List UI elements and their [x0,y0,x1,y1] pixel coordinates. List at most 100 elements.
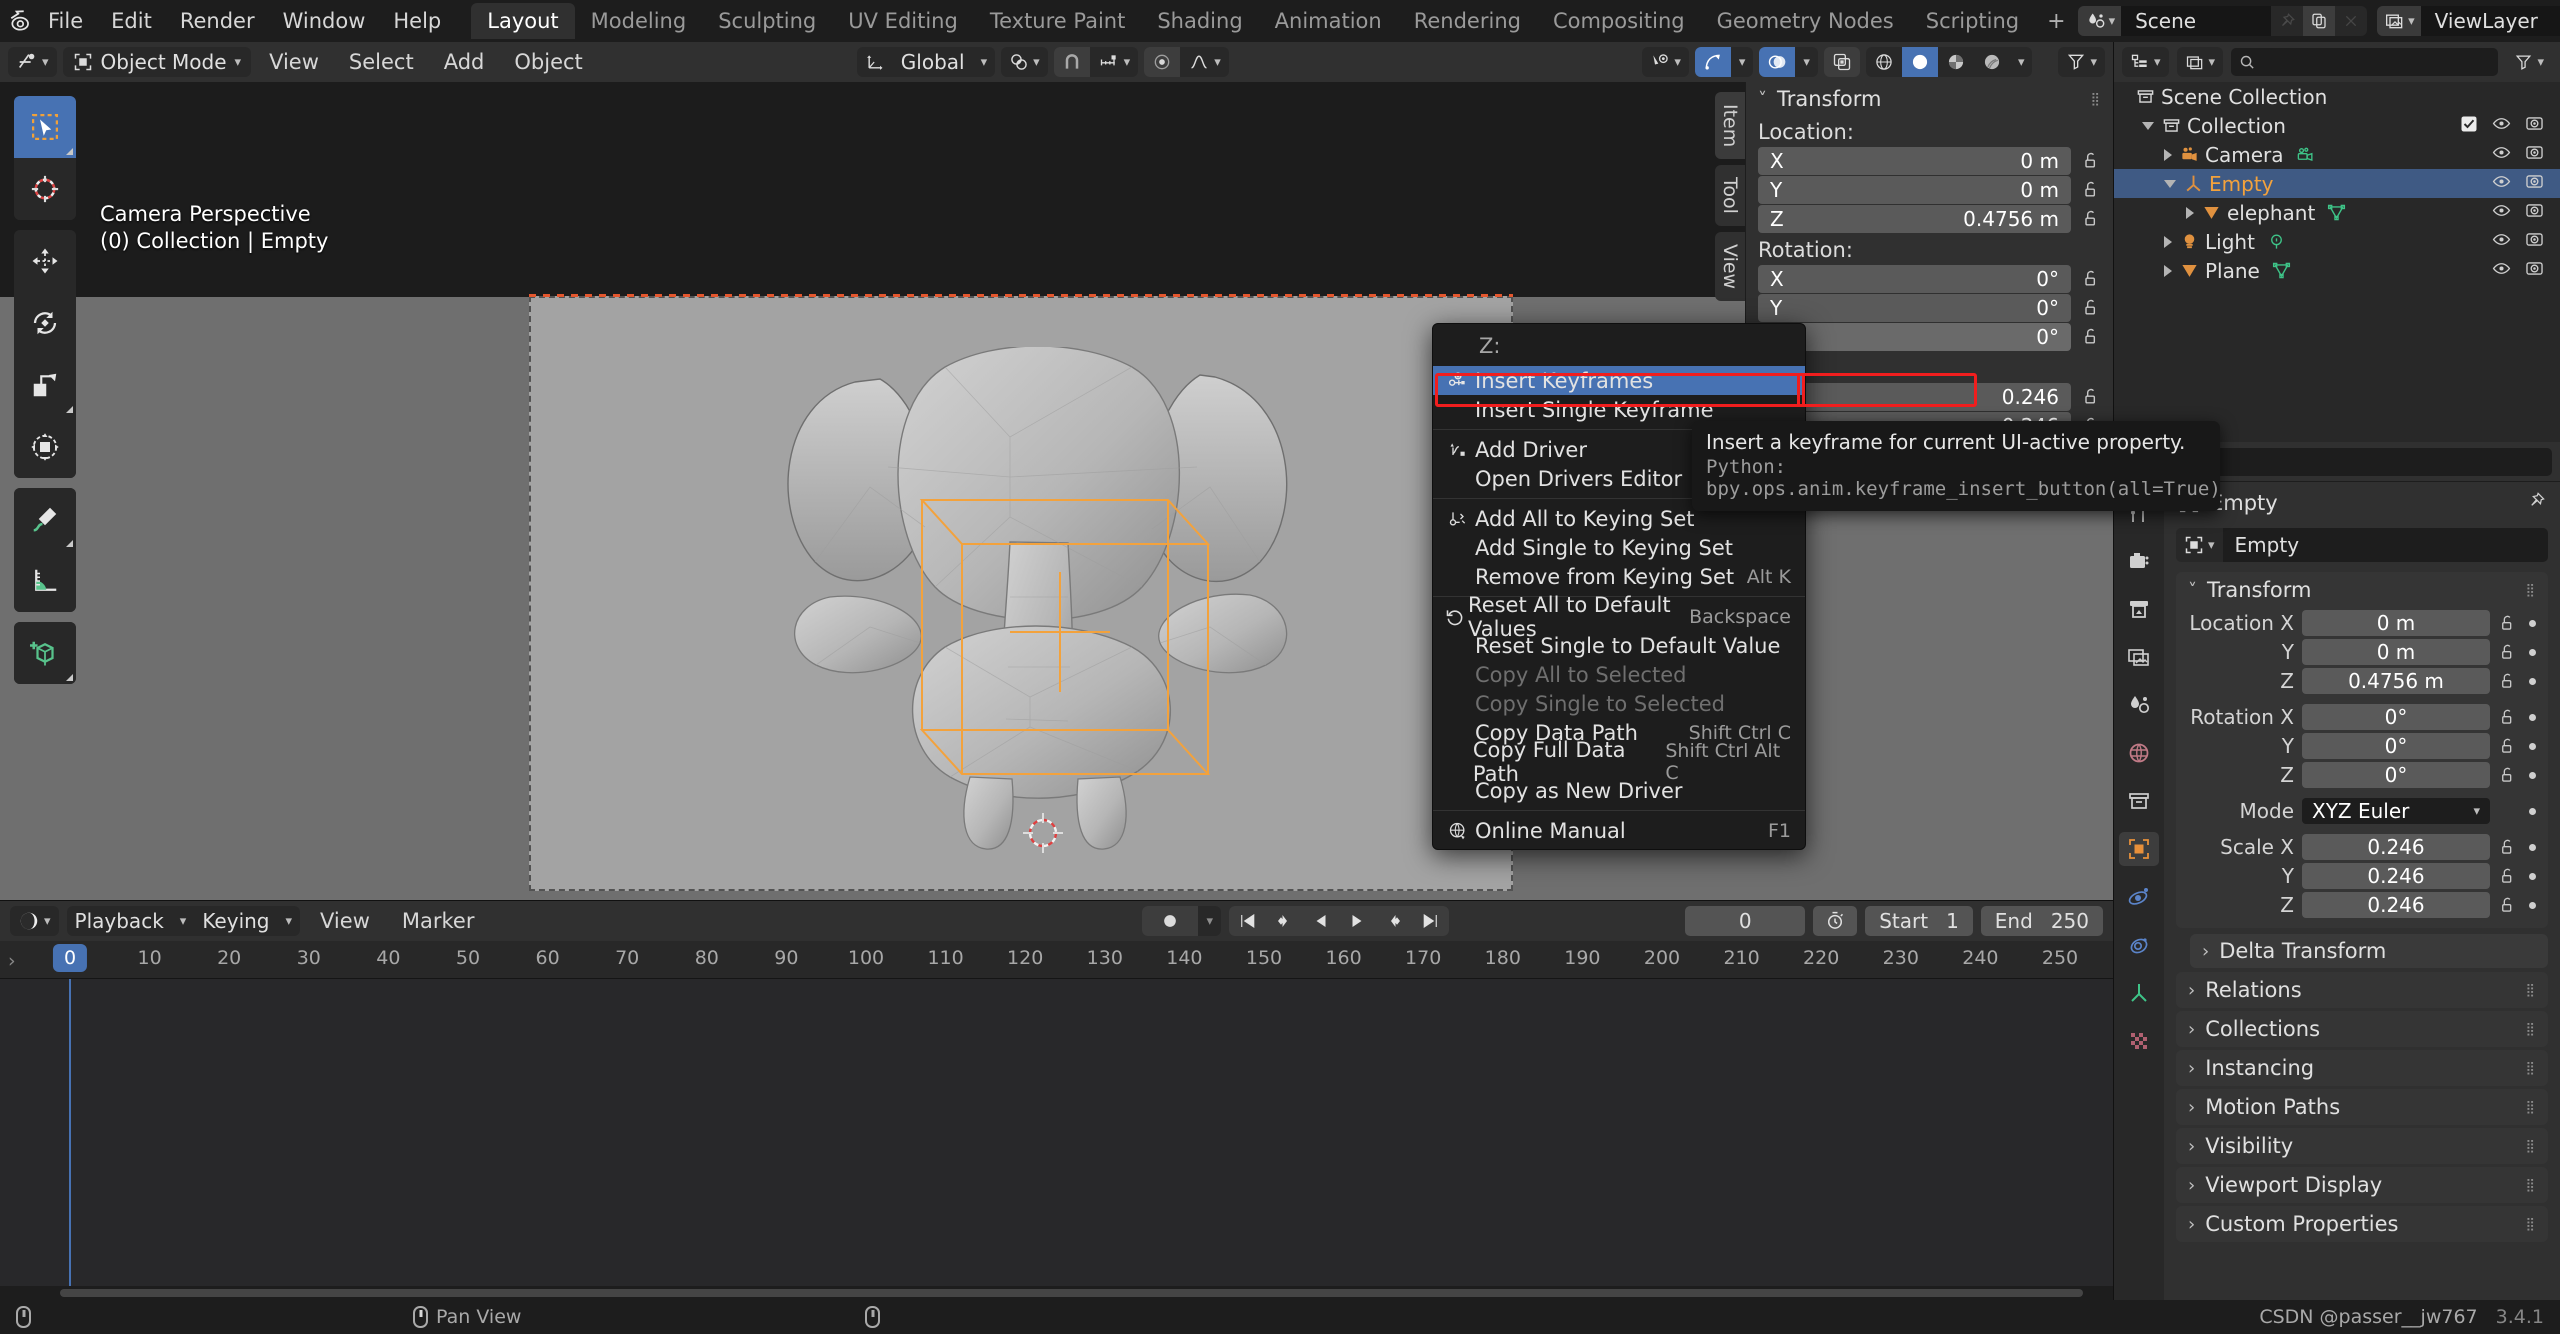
context-menu-item-online-manual[interactable]: Online ManualF1 [1433,816,1805,845]
measure-tool[interactable] [14,550,76,612]
viewport-menu-view[interactable]: View [257,46,331,78]
object-name-field[interactable]: ▾ Empty [2176,528,2548,562]
workspace-tab-compositing[interactable]: Compositing [1537,3,1701,39]
object-name-value[interactable]: Empty [2223,528,2548,562]
animate-property-dot[interactable] [2529,844,2536,851]
properties-section-delta-transform[interactable]: ›Delta Transform [2190,934,2548,968]
proportional-editing-controls[interactable]: ▾ [1144,47,1229,77]
viewport-menu-add[interactable]: Add [432,46,497,78]
workspace-tab-animation[interactable]: Animation [1259,3,1398,39]
timeline-menu-marker[interactable]: Marker [390,905,487,937]
expander-collapsed-icon[interactable] [2186,207,2194,219]
hide-in-viewport-icon[interactable] [2492,114,2511,138]
properties-section-instancing[interactable]: ›Instancing⣿ [2176,1050,2548,1086]
wireframe-shading-icon[interactable] [1866,47,1902,77]
property-value-field[interactable]: 0° [2302,704,2490,730]
properties-tab-data[interactable] [2119,976,2159,1010]
properties-tab-render[interactable] [2119,544,2159,578]
unlock-icon[interactable] [2081,298,2101,318]
animate-property-dot[interactable] [2529,714,2536,721]
object-type-icon[interactable]: ▾ [2176,528,2223,562]
jump-to-prev-keyframe-button[interactable] [1265,906,1303,936]
viewport-menu-select[interactable]: Select [337,46,426,78]
menu-help[interactable]: Help [379,5,455,37]
unlock-icon[interactable] [2081,387,2101,407]
expander-expanded-icon[interactable] [2164,180,2176,188]
outliner-filter-icon[interactable]: ▾ [2506,47,2552,77]
outliner-row-plane[interactable]: Plane [2114,256,2560,285]
timeline-channels-area[interactable] [0,979,2113,1286]
animate-property-dot[interactable] [2529,649,2536,656]
timeline-editor-icon[interactable]: ▾ [10,906,59,936]
properties-section-motion-paths[interactable]: ›Motion Paths⣿ [2176,1089,2548,1125]
property-value-field[interactable]: 0.246 [2302,863,2490,889]
hide-in-viewport-icon[interactable] [2492,201,2511,225]
playhead-label[interactable]: 0 [53,944,87,972]
expander-collapsed-icon[interactable] [2164,265,2172,277]
properties-tab-constraints[interactable] [2119,928,2159,962]
unlock-icon[interactable] [2498,643,2517,662]
unlock-icon[interactable] [2498,896,2517,915]
context-menu-item-copy-as-new-driver[interactable]: Copy as New Driver [1433,776,1805,805]
transform-orientation-selector[interactable]: Global ▾ [857,47,995,77]
gizmo-dropdown-icon[interactable]: ▾ [1731,47,1754,77]
auto-keying-record-icon[interactable] [1142,906,1198,936]
animate-property-dot[interactable] [2529,873,2536,880]
menu-render[interactable]: Render [166,5,269,37]
context-menu-item-insert-keyframes[interactable]: Insert Keyframes [1433,366,1805,395]
menu-edit[interactable]: Edit [97,5,166,37]
npanel-location-z-field[interactable]: Z 0.4756 m [1758,205,2071,233]
animate-property-dot[interactable] [2529,902,2536,909]
npanel-tab-view[interactable]: View [1715,232,1745,301]
workspace-tab-geometry-nodes[interactable]: Geometry Nodes [1701,3,1910,39]
animate-property-dot[interactable] [2529,808,2536,815]
pivot-point-icon[interactable]: ▾ [1001,47,1048,77]
npanel-rotation-y-field[interactable]: Y 0° [1758,294,2071,322]
animate-property-dot[interactable] [2529,743,2536,750]
npanel-tab-tool[interactable]: Tool [1715,165,1745,226]
context-menu-item-reset-single-to-default-value[interactable]: Reset Single to Default Value [1433,631,1805,660]
tweak-select-tool[interactable] [14,96,76,158]
camera-data-icon[interactable] [2296,145,2315,164]
show-overlays-icon[interactable] [1759,47,1795,77]
npanel-rotation-x-field[interactable]: X 0° [1758,265,2071,293]
playback-controls[interactable] [1229,906,1449,936]
properties-section-collections[interactable]: ›Collections⣿ [2176,1011,2548,1047]
rendered-shading-icon[interactable] [1974,47,2010,77]
npanel-transform-header[interactable]: ˅ Transform ⣿ [1746,82,2113,116]
workspace-tab-rendering[interactable]: Rendering [1398,3,1537,39]
outliner-editor-type-selector[interactable]: ▾ [2122,47,2169,77]
animate-property-dot[interactable] [2529,678,2536,685]
overlays-toggle-group[interactable]: ▾ [1759,47,1818,77]
mesh-data-icon[interactable] [2272,261,2291,280]
properties-section-custom-properties[interactable]: ›Custom Properties⣿ [2176,1206,2548,1242]
hide-in-viewport-icon[interactable] [2492,259,2511,283]
disable-in-render-icon[interactable] [2525,172,2544,196]
unlock-icon[interactable] [2498,838,2517,857]
visibility-selector[interactable]: ▾ [1642,47,1689,77]
outliner-row-light[interactable]: Light [2114,227,2560,256]
show-gizmo-icon[interactable] [1695,47,1731,77]
annotate-tool[interactable] [14,488,76,550]
timeline-editor-type-selector[interactable]: ▾ [10,906,59,936]
unlock-icon[interactable] [2498,737,2517,756]
properties-tab-collection[interactable] [2119,784,2159,818]
unlock-icon[interactable] [2081,151,2101,171]
transform-tool[interactable] [14,416,76,478]
unlock-icon[interactable] [2081,269,2101,289]
toggle-xray-icon[interactable] [1824,47,1860,77]
expander-expanded-icon[interactable] [2142,122,2154,130]
frame-end-field[interactable]: End 250 [1981,906,2103,936]
unlock-icon[interactable] [2081,180,2101,200]
keying-chevron-icon[interactable]: ▾ [278,906,301,936]
properties-tab-physics[interactable] [2119,880,2159,914]
property-value-field[interactable]: 0 m [2302,610,2490,636]
transform-orientation-label[interactable]: Global [893,47,973,77]
property-value-field[interactable]: 0° [2302,733,2490,759]
viewport-menu-object[interactable]: Object [502,46,594,78]
transform-panel-header[interactable]: ˅ Transform ⣿ [2176,572,2548,608]
snap-to-increment-icon[interactable]: ▾ [1090,47,1139,77]
pin-id-icon[interactable] [2527,491,2546,515]
viewlayer-selector[interactable]: ▾ ViewLayer [2377,6,2560,36]
properties-search-input[interactable] [2177,448,2552,476]
